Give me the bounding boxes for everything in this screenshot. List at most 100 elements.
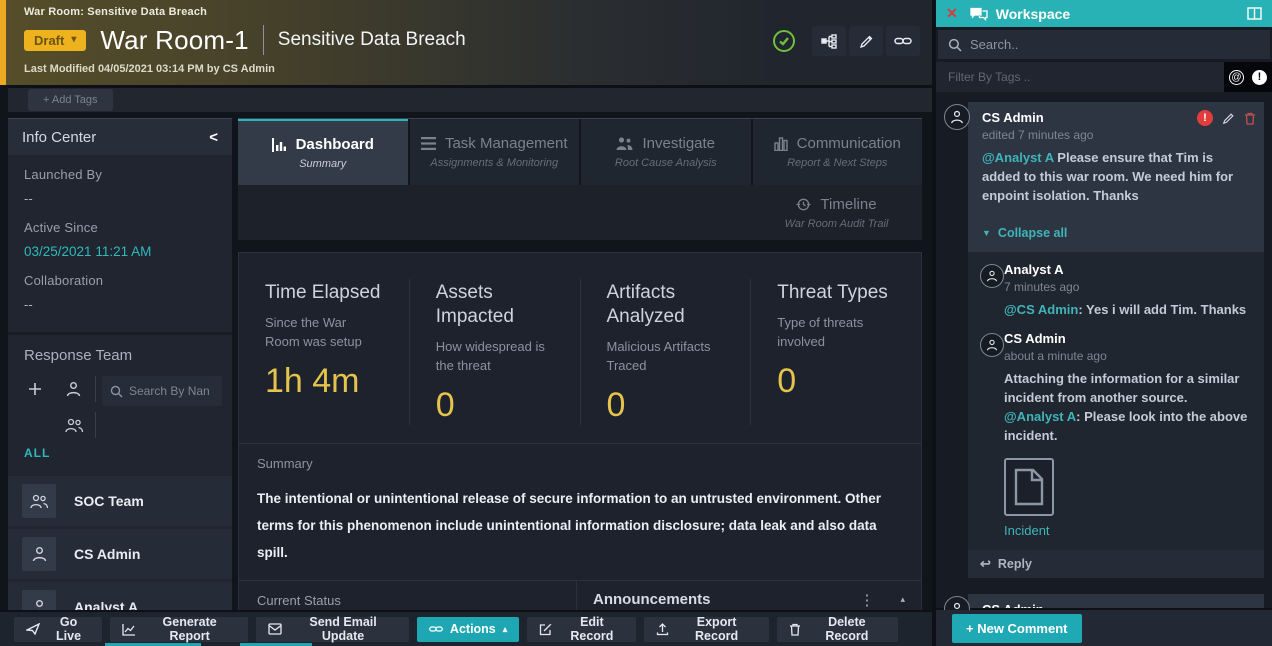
collapse-up-icon[interactable]: ▴: [900, 594, 905, 605]
important-filter-icon[interactable]: !: [1252, 70, 1267, 85]
member-name: CS Admin: [74, 546, 140, 562]
new-comment-button[interactable]: + New Comment: [952, 614, 1082, 643]
send-email-update-button[interactable]: Send Email Update: [256, 617, 409, 642]
tab-dashboard[interactable]: Dashboard Summary: [238, 119, 408, 185]
trash-icon: [789, 623, 801, 636]
go-live-icon: [26, 623, 40, 635]
field-launched-by: Launched By --: [24, 167, 216, 206]
stat-description: Type of threats involved: [777, 313, 895, 352]
delete-comment-button[interactable]: [1244, 112, 1256, 125]
pencil-icon: [859, 34, 874, 49]
reply-meta: 7 minutes ago: [1004, 280, 1252, 294]
user-icon: [22, 537, 56, 571]
avatar: [980, 264, 1004, 288]
layout-columns-icon[interactable]: [1247, 7, 1262, 20]
report-chart-icon: [122, 623, 136, 636]
announcements-title: Announcements: [593, 591, 859, 608]
last-modified-text: Last Modified 04/05/2021 03:14 PM by CS …: [24, 63, 466, 75]
tab-label: Timeline: [820, 196, 876, 213]
collapse-sidebar-icon[interactable]: <: [209, 129, 218, 146]
edit-war-room-button[interactable]: [849, 26, 883, 56]
add-tags-button[interactable]: + Add Tags: [28, 89, 113, 111]
collapse-all-link[interactable]: ▼ Collapse all: [968, 216, 1264, 252]
add-member-button[interactable]: [18, 376, 52, 402]
close-icon[interactable]: ✕: [946, 5, 958, 22]
status-badge[interactable]: Draft ▾: [24, 30, 86, 51]
war-room-app: War Room: Sensitive Data Breach Draft ▾ …: [0, 0, 1272, 646]
action-toolbar: Go Live Generate Report Send Email Updat…: [0, 610, 932, 646]
edit-comment-button[interactable]: [1222, 112, 1235, 125]
stat-value: 0: [436, 386, 554, 425]
kebab-menu-icon[interactable]: ⋮: [859, 591, 874, 609]
mention-link[interactable]: @Analyst A: [1004, 409, 1076, 424]
attachment-label[interactable]: Incident: [1004, 523, 1252, 538]
go-live-button[interactable]: Go Live: [14, 617, 102, 642]
workflow-button[interactable]: [812, 26, 846, 56]
column-chart-icon: [774, 137, 788, 151]
member-search-input[interactable]: [129, 384, 214, 398]
generate-report-button[interactable]: Generate Report: [110, 617, 248, 642]
attachment-file-icon[interactable]: [1004, 458, 1054, 516]
info-center-title: Info Center: [22, 129, 96, 146]
email-icon: [268, 623, 282, 635]
mention-link[interactable]: @Analyst A: [982, 150, 1054, 165]
tab-investigate[interactable]: Investigate Root Cause Analysis: [581, 119, 751, 185]
page-subtitle: Sensitive Data Breach: [278, 29, 466, 51]
actions-button[interactable]: Actions ▴: [417, 617, 519, 642]
stat-title: Assets Impacted: [436, 281, 554, 329]
copy-link-button[interactable]: [886, 26, 920, 56]
button-label: Send Email Update: [289, 615, 397, 643]
link-icon: [894, 35, 912, 47]
comment-meta: edited 7 minutes ago: [982, 128, 1254, 142]
war-room-header: War Room: Sensitive Data Breach Draft ▾ …: [0, 0, 932, 85]
filter-all-link[interactable]: ALL: [8, 438, 232, 466]
page-title: War Room-1: [100, 25, 248, 56]
important-flag-icon[interactable]: !: [1197, 110, 1213, 126]
user-icon: [22, 590, 56, 612]
spacer: [238, 185, 751, 240]
filter-by-tags-input[interactable]: [936, 62, 1224, 92]
export-icon: [656, 623, 669, 636]
stat-title: Threat Types: [777, 281, 895, 305]
stat-value: 1h 4m: [265, 362, 383, 401]
info-center-header: Info Center <: [8, 119, 232, 155]
current-status-section: Current Status --: [239, 581, 576, 612]
workspace-panel: ✕ Workspace: [936, 0, 1272, 646]
member-row-analyst-a[interactable]: Analyst A: [8, 582, 232, 612]
stat-title: Time Elapsed: [265, 281, 383, 305]
tab-timeline[interactable]: Timeline War Room Audit Trail: [751, 185, 922, 240]
member-search[interactable]: [102, 376, 222, 406]
tab-label: Task Management: [445, 135, 568, 152]
reply-button[interactable]: ↩ Reply: [968, 550, 1264, 578]
tab-task-management[interactable]: Task Management Assignments & Monitoring: [410, 119, 580, 185]
workspace-search-input[interactable]: [970, 37, 1260, 52]
filter-users-button[interactable]: [52, 376, 96, 402]
member-row-soc-team[interactable]: SOC Team: [8, 476, 232, 526]
comments-list: CS Admin edited 7 minutes ago @Analyst A…: [936, 92, 1272, 610]
tab-communication[interactable]: Communication Report & Next Steps: [753, 119, 923, 185]
edit-record-button[interactable]: Edit Record: [527, 617, 636, 642]
button-label: Export Record: [676, 615, 756, 643]
stat-description: Malicious Artifacts Traced: [607, 337, 725, 376]
stat-description: How widespread is the threat: [436, 337, 554, 376]
filter-teams-button[interactable]: [52, 412, 96, 438]
stat-time-elapsed: Time Elapsed Since the War Room was setu…: [239, 279, 409, 425]
button-label: Generate Report: [143, 615, 236, 643]
chat-icon: [970, 7, 988, 21]
stat-assets-impacted: Assets Impacted How widespread is the th…: [409, 279, 580, 425]
export-record-button[interactable]: Export Record: [644, 617, 768, 642]
header-accent-strip: [0, 0, 6, 85]
reply-item: CS Admin about a minute ago Attaching th…: [980, 331, 1252, 537]
field-value: 03/25/2021 11:21 AM: [24, 244, 216, 259]
field-collaboration: Collaboration --: [24, 273, 216, 312]
reply-item: Analyst A 7 minutes ago @CS Admin: Yes i…: [980, 262, 1252, 320]
sync-status-icon: [773, 30, 795, 52]
people-icon: [616, 137, 633, 150]
field-label: Collaboration: [24, 273, 216, 288]
delete-record-button[interactable]: Delete Record: [777, 617, 898, 642]
member-row-cs-admin[interactable]: CS Admin: [8, 529, 232, 579]
stat-value: 0: [777, 362, 895, 401]
workspace-search[interactable]: [938, 30, 1270, 59]
mention-link[interactable]: @CS Admin: [1004, 302, 1078, 317]
mentions-filter-icon[interactable]: @: [1229, 70, 1244, 85]
